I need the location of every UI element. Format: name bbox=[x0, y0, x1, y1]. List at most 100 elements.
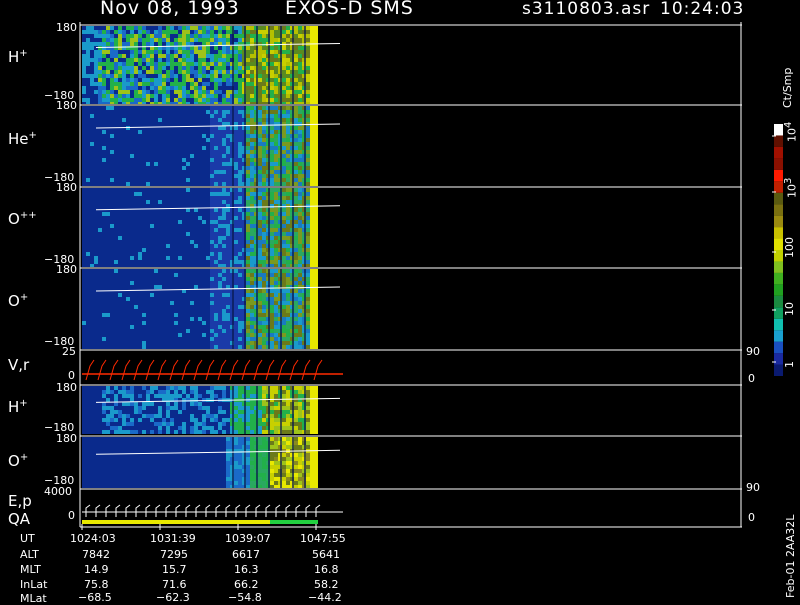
heatmap-cell bbox=[214, 142, 218, 146]
heatmap-cell bbox=[238, 166, 242, 170]
heatmap-cell bbox=[102, 220, 106, 224]
heatmap-cell bbox=[250, 224, 254, 228]
heatmap-cell bbox=[202, 178, 206, 182]
heatmap-cell bbox=[174, 345, 178, 349]
heatmap-cell bbox=[94, 293, 98, 297]
heatmap-cell bbox=[222, 98, 226, 102]
heatmap-cell bbox=[282, 224, 286, 228]
heatmap-cell bbox=[174, 86, 178, 90]
heatmap-cell bbox=[94, 114, 98, 118]
heatmap-cell bbox=[202, 98, 206, 102]
heatmap-cell bbox=[314, 158, 318, 162]
heatmap-cell bbox=[178, 118, 182, 122]
heatmap-cell bbox=[190, 341, 194, 345]
heatmap-cell bbox=[270, 200, 274, 204]
heatmap-cell bbox=[206, 106, 210, 110]
heatmap-cell bbox=[274, 216, 278, 220]
heatmap-cell bbox=[262, 264, 266, 267]
heatmap-cell bbox=[90, 394, 94, 398]
heatmap-cell bbox=[238, 146, 242, 150]
heatmap-cell bbox=[206, 94, 210, 98]
heatmap-cell bbox=[82, 178, 86, 182]
heatmap-cell bbox=[138, 130, 142, 134]
heatmap-cell bbox=[142, 293, 146, 297]
heatmap-cell bbox=[142, 305, 146, 309]
heatmap-cell bbox=[262, 90, 266, 94]
heatmap-cell bbox=[294, 196, 298, 200]
heatmap-cell bbox=[218, 158, 222, 162]
heatmap-cell bbox=[146, 313, 150, 317]
heatmap-cell bbox=[222, 337, 226, 341]
heatmap-cell bbox=[214, 188, 218, 192]
heatmap-cell bbox=[154, 301, 158, 305]
heatmap-cell bbox=[166, 98, 170, 102]
heatmap-cell bbox=[282, 170, 286, 174]
heatmap-cell bbox=[214, 78, 218, 82]
heatmap-cell bbox=[226, 110, 230, 114]
heatmap-cell bbox=[146, 228, 150, 232]
heatmap-cell bbox=[190, 50, 194, 54]
heatmap-cell bbox=[214, 240, 218, 244]
heatmap-cell bbox=[98, 138, 102, 142]
heatmap-cell bbox=[306, 138, 310, 142]
heatmap-cell bbox=[286, 277, 290, 281]
heatmap-cell bbox=[262, 236, 266, 240]
heatmap-cell bbox=[90, 94, 94, 98]
heatmap-cell bbox=[102, 337, 106, 341]
heatmap-cell bbox=[102, 134, 106, 138]
heatmap-cell bbox=[190, 166, 194, 170]
heatmap-cell bbox=[262, 138, 266, 142]
heatmap-cell bbox=[86, 66, 90, 70]
heatmap-cell bbox=[166, 337, 170, 341]
heatmap-cell bbox=[118, 248, 122, 252]
heatmap-cell bbox=[198, 50, 202, 54]
heatmap-cell bbox=[82, 240, 86, 244]
heatmap-cell bbox=[98, 106, 102, 110]
heatmap-cell bbox=[98, 422, 102, 426]
heatmap-cell bbox=[246, 94, 250, 98]
heatmap-cell bbox=[166, 293, 170, 297]
heatmap-cell bbox=[186, 158, 190, 162]
heatmap-cell bbox=[310, 273, 314, 277]
heatmap-cell bbox=[150, 317, 154, 321]
heatmap-cell bbox=[202, 281, 206, 285]
heatmap-cell bbox=[166, 305, 170, 309]
heatmap-cell bbox=[190, 110, 194, 114]
heatmap-cell bbox=[98, 317, 102, 321]
heatmap-cell bbox=[138, 150, 142, 154]
heatmap-cell bbox=[198, 66, 202, 70]
heatmap-cell bbox=[114, 390, 118, 394]
heatmap-cell bbox=[118, 337, 122, 341]
heatmap-cell bbox=[150, 410, 154, 414]
heatmap-cell bbox=[110, 410, 114, 414]
heatmap-cell bbox=[250, 293, 254, 297]
heatmap-cell bbox=[98, 414, 102, 418]
heatmap-cell bbox=[90, 70, 94, 74]
heatmap-cell bbox=[130, 26, 134, 30]
heatmap-cell bbox=[86, 212, 90, 216]
heatmap-cell bbox=[134, 86, 138, 90]
heatmap-cell bbox=[82, 50, 86, 54]
heatmap-cell bbox=[226, 212, 230, 216]
heatmap-cell bbox=[194, 297, 198, 301]
heatmap-cell bbox=[198, 293, 202, 297]
heatmap-cell bbox=[146, 248, 150, 252]
heatmap-cell bbox=[238, 134, 242, 138]
heatmap-cell bbox=[306, 208, 310, 212]
heatmap-cell bbox=[194, 200, 198, 204]
heatmap-cell bbox=[134, 90, 138, 94]
heatmap-cell bbox=[150, 220, 154, 224]
heatmap-cell bbox=[158, 166, 162, 170]
heatmap-cell bbox=[294, 244, 298, 248]
heatmap-cell bbox=[134, 325, 138, 329]
heatmap-cell bbox=[114, 329, 118, 333]
heatmap-cell bbox=[126, 394, 130, 398]
heatmap-cell bbox=[134, 260, 138, 264]
heatmap-cell bbox=[298, 232, 302, 236]
heatmap-cell bbox=[218, 260, 222, 264]
heatmap-cell bbox=[274, 98, 278, 102]
heatmap-cell bbox=[110, 406, 114, 410]
heatmap-cell bbox=[294, 281, 298, 285]
heatmap-cell bbox=[166, 78, 170, 82]
heatmap-cell bbox=[234, 281, 238, 285]
